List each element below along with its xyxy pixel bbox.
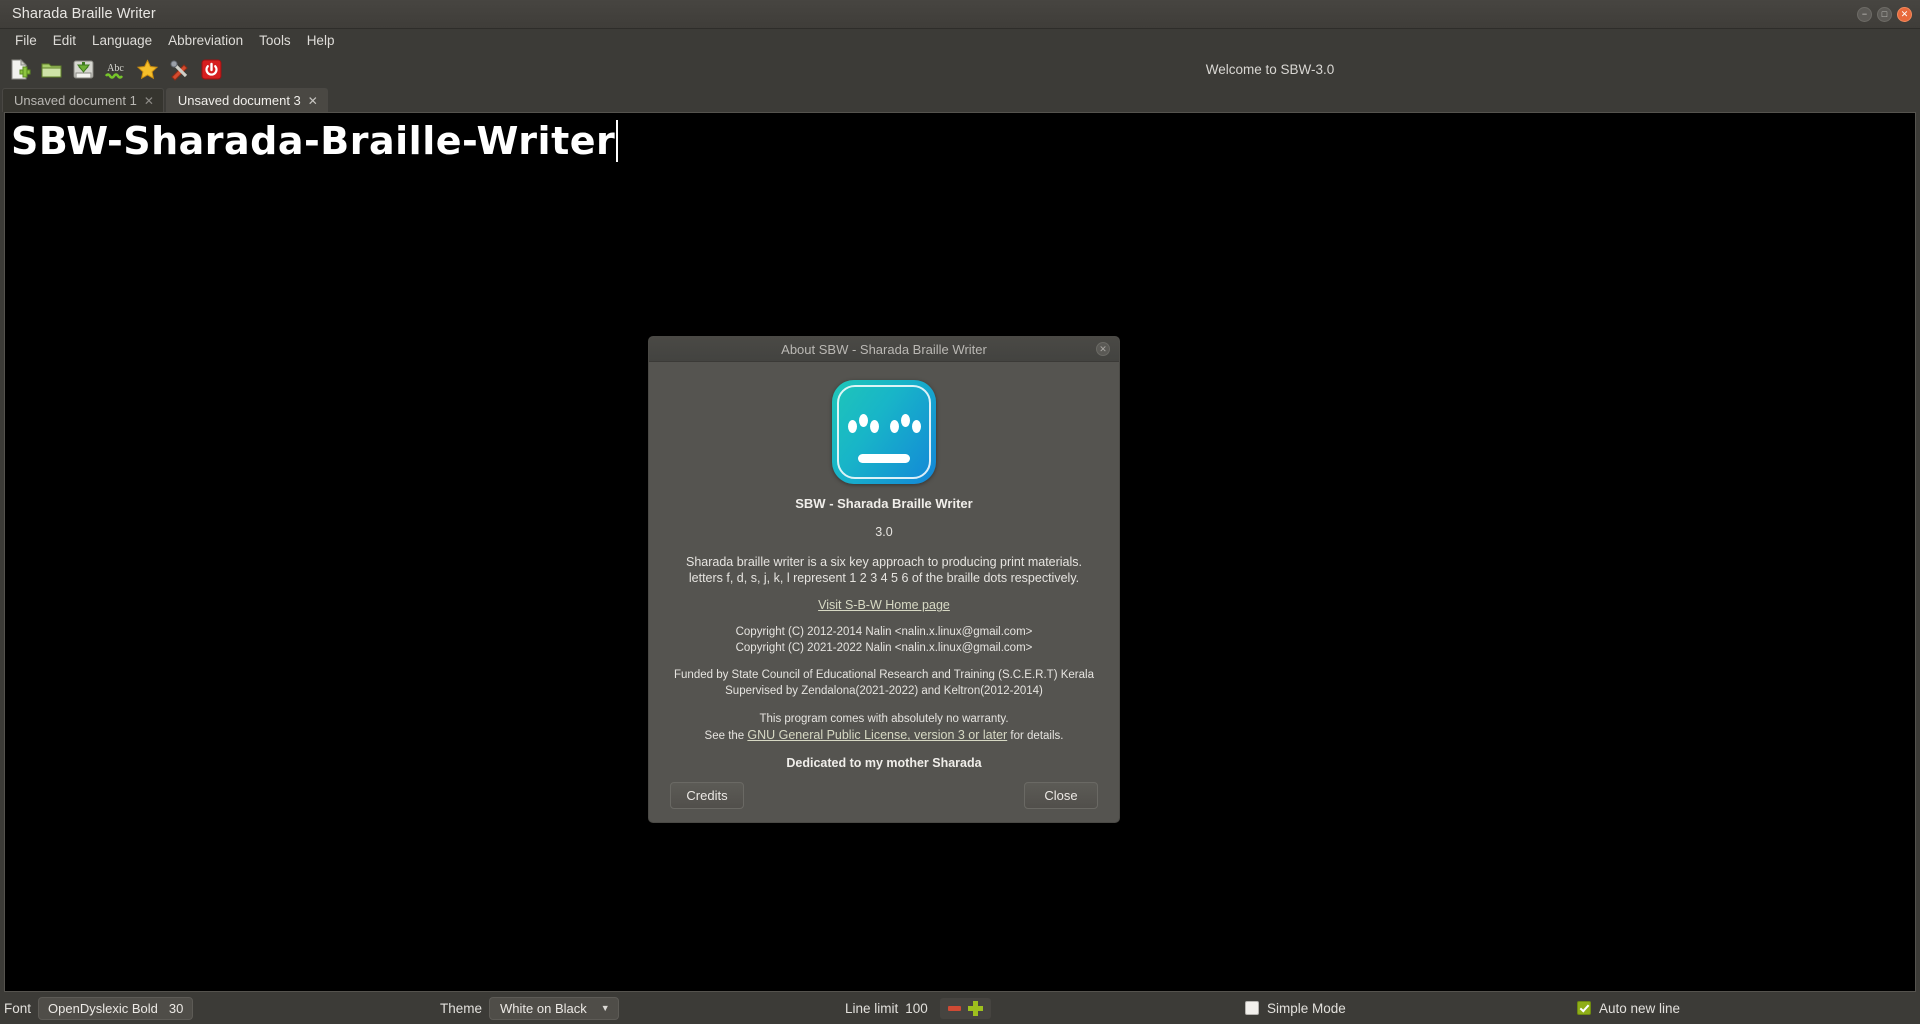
statusbar: Font OpenDyslexic Bold 30 Theme White on… [0, 992, 1920, 1024]
theme-dropdown[interactable]: White on Black ▼ [489, 996, 619, 1020]
line-limit-label: Line limit [845, 1000, 899, 1016]
open-folder-button[interactable] [38, 56, 64, 82]
welcome-message: Welcome to SBW-3.0 [1205, 61, 1335, 77]
font-group: Font OpenDyslexic Bold 30 [4, 996, 194, 1020]
auto-new-line-checkbox[interactable]: Auto new line [1577, 1001, 1680, 1016]
dialog-body: SBW - Sharada Braille Writer 3.0 Sharada… [649, 362, 1119, 822]
menu-help[interactable]: Help [299, 31, 343, 50]
line-limit-stepper [939, 997, 991, 1019]
menubar: File Edit Language Abbreviation Tools He… [0, 29, 1920, 51]
logo-dot [911, 420, 921, 433]
spellcheck-button[interactable]: Abc [102, 56, 128, 82]
copyright-line-2: Copyright (C) 2021-2022 Nalin <nalin.x.l… [735, 641, 1033, 654]
dialog-funding: Funded by State Council of Educational R… [669, 668, 1099, 699]
logo-dot-group-left [847, 414, 879, 433]
funding-line-1: Funded by State Council of Educational R… [674, 669, 1094, 682]
line-limit-value: 100 [905, 1000, 928, 1016]
copyright-line-1: Copyright (C) 2012-2014 Nalin <nalin.x.l… [735, 626, 1033, 638]
plus-icon[interactable] [967, 1000, 983, 1016]
logo-dot [847, 420, 857, 433]
tools-button[interactable] [166, 56, 192, 82]
warranty-line-1: This program comes with absolutely no wa… [759, 713, 1009, 726]
editor-content: SBW-Sharada-Braille-Writer [11, 119, 616, 163]
tabbar: Unsaved document 1 ✕ Unsaved document 3 … [0, 87, 1920, 112]
window-titlebar: Sharada Braille Writer − □ ✕ [0, 0, 1920, 29]
minimize-button[interactable]: − [1857, 6, 1872, 22]
auto-new-line-label: Auto new line [1599, 1000, 1681, 1016]
funding-line-2: Supervised by Zendalona(2021-2022) and K… [725, 684, 1043, 697]
logo-dot [869, 420, 879, 433]
logo-dot [900, 414, 910, 427]
power-button[interactable] [198, 56, 224, 82]
warranty-line-2: See the GNU General Public License, vers… [669, 727, 1099, 745]
theme-group: Theme White on Black ▼ [440, 996, 619, 1020]
dialog-copyright: Copyright (C) 2012-2014 Nalin <nalin.x.l… [669, 625, 1099, 656]
logo-dot [889, 420, 899, 433]
svg-text:Abc: Abc [107, 63, 124, 74]
menu-edit[interactable]: Edit [45, 31, 84, 50]
warranty-suffix: for details. [1007, 730, 1064, 743]
window-controls: − □ ✕ [1857, 0, 1912, 28]
description-line-2: letters f, d, s, j, k, l represent 1 2 3… [688, 571, 1080, 586]
dialog-close-button[interactable]: Close [1024, 782, 1098, 810]
maximize-button[interactable]: □ [1877, 6, 1892, 22]
font-selector-button[interactable]: OpenDyslexic Bold 30 [38, 996, 194, 1020]
menu-tools[interactable]: Tools [251, 31, 299, 50]
sbw-braille-logo-icon [832, 380, 936, 484]
simple-mode-label: Simple Mode [1267, 1000, 1346, 1016]
chevron-down-icon: ▼ [600, 1003, 610, 1013]
checkbox-icon [1245, 1001, 1259, 1015]
menu-language[interactable]: Language [84, 31, 160, 50]
about-dialog: About SBW - Sharada Braille Writer ✕ SBW… [648, 336, 1120, 824]
logo-bar [858, 454, 910, 463]
home-page-link[interactable]: Visit S-B-W Home page [818, 598, 950, 612]
credits-button[interactable]: Credits [670, 782, 744, 810]
license-link[interactable]: GNU General Public License, version 3 or… [747, 728, 1007, 742]
theme-label: Theme [440, 1000, 483, 1016]
font-name-value: OpenDyslexic Bold [48, 1000, 158, 1016]
logo-dot-group-right [889, 414, 921, 433]
font-label: Font [4, 1000, 32, 1016]
dialog-dedication: Dedicated to my mother Sharada [786, 755, 982, 770]
dialog-buttons: Credits Close [669, 782, 1099, 810]
checkbox-checked-icon [1577, 1001, 1591, 1015]
menu-file[interactable]: File [7, 31, 45, 50]
close-button[interactable]: ✕ [1897, 6, 1912, 22]
application-window: Sharada Braille Writer − □ ✕ File Edit L… [0, 0, 1920, 1024]
tab-close-icon[interactable]: ✕ [308, 95, 318, 107]
tab-label: Unsaved document 3 [177, 93, 301, 108]
dialog-version: 3.0 [875, 525, 893, 540]
toolbar: Abc Welcome to SBW-3.0 [0, 51, 1920, 87]
theme-value: White on Black [500, 1000, 587, 1016]
dialog-warranty: This program comes with absolutely no wa… [669, 711, 1099, 745]
dialog-description: Sharada braille writer is a six key appr… [669, 554, 1099, 587]
logo-braille-dots [832, 414, 936, 433]
text-caret [616, 120, 619, 162]
dialog-app-name: SBW - Sharada Braille Writer [795, 496, 973, 511]
dialog-title: About SBW - Sharada Braille Writer [781, 341, 987, 357]
line-limit-group: Line limit 100 [845, 997, 991, 1019]
tab-unsaved-document-3[interactable]: Unsaved document 3 ✕ [165, 88, 328, 112]
simple-mode-checkbox[interactable]: Simple Mode [1245, 1001, 1346, 1016]
warranty-prefix: See the [704, 730, 748, 743]
tab-close-icon[interactable]: ✕ [144, 95, 154, 107]
menu-abbreviation[interactable]: Abbreviation [160, 31, 251, 50]
logo-dot [858, 414, 868, 427]
home-link-row: Visit S-B-W Home page [669, 598, 1099, 614]
minus-icon[interactable] [947, 1005, 961, 1011]
dialog-titlebar: About SBW - Sharada Braille Writer ✕ [649, 337, 1119, 362]
save-button[interactable] [70, 56, 96, 82]
favorite-star-button[interactable] [134, 56, 160, 82]
new-document-button[interactable] [6, 56, 32, 82]
window-title: Sharada Braille Writer [12, 6, 156, 22]
tab-unsaved-document-1[interactable]: Unsaved document 1 ✕ [2, 88, 164, 112]
font-size-value: 30 [168, 1000, 184, 1016]
dialog-close-icon[interactable]: ✕ [1096, 342, 1110, 356]
description-line-1: Sharada braille writer is a six key appr… [685, 554, 1083, 569]
tab-label: Unsaved document 1 [14, 93, 137, 108]
